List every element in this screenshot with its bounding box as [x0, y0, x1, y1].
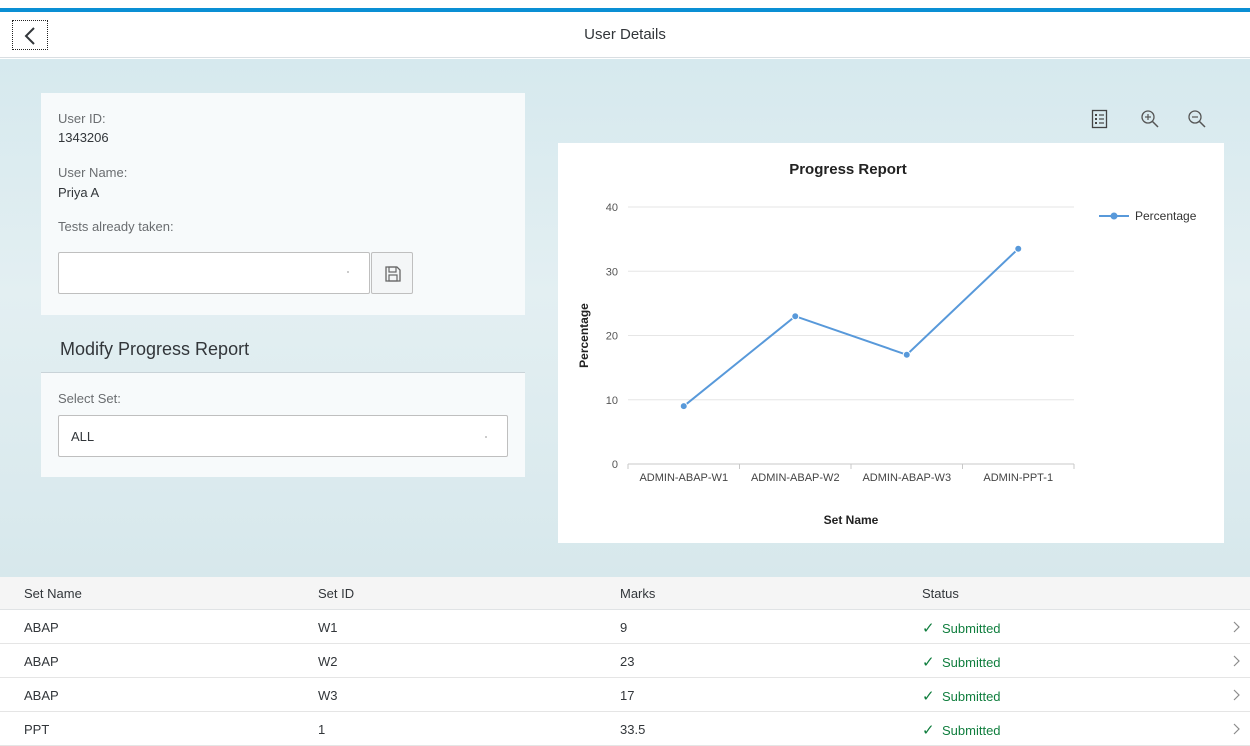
x-axis-label: Set Name: [824, 513, 879, 527]
zoom-in-button[interactable]: [1138, 107, 1162, 131]
chevron-right-icon: [1233, 689, 1240, 701]
save-button[interactable]: [371, 252, 413, 294]
tests-taken-label: Tests already taken:: [58, 219, 174, 234]
y-tick-label: 0: [612, 459, 618, 471]
y-tick-label: 10: [606, 395, 618, 407]
chevron-right-icon: [1233, 621, 1240, 633]
data-point: [902, 350, 911, 359]
cell-set-name: PPT: [24, 722, 50, 737]
cell-set-name: ABAP: [24, 620, 59, 635]
status-text: Submitted: [942, 723, 1001, 738]
zoom-out-button[interactable]: [1185, 107, 1209, 131]
cell-marks: 17: [620, 688, 635, 703]
selected-set-value: ALL: [71, 429, 95, 444]
save-icon: [385, 266, 401, 282]
y-tick-label: 40: [606, 202, 618, 214]
select-set-label: Select Set:: [58, 391, 121, 406]
checkmark-icon: ✓: [922, 654, 935, 671]
data-point: [1014, 244, 1023, 253]
user-name-label: User Name:: [58, 165, 128, 180]
table-header: Set Name Set ID Marks Status: [0, 577, 1250, 610]
legend-toggle-button[interactable]: [1089, 107, 1113, 131]
progress-chart-panel: Progress Report 0 10 20 30 40 ADMIN-ABAP-W1 AD…: [558, 143, 1224, 543]
table-body: ABAP W1 9 ✓ Submitted ABAP W2 23 ✓ Submitted ABAP W…: [0, 610, 1250, 746]
page-header: User Details: [0, 12, 1250, 58]
status-text: Submitted: [942, 655, 1001, 670]
status-text: Submitted: [942, 689, 1001, 704]
select-set-panel: Select Set: ALL: [41, 373, 525, 477]
cell-marks: 33.5: [620, 722, 646, 737]
table-row[interactable]: PPT 1 33.5 ✓ Submitted: [0, 712, 1250, 746]
table-row[interactable]: ABAP W2 23 ✓ Submitted: [0, 644, 1250, 678]
x-tick-label: ADMIN-ABAP-W2: [751, 472, 840, 484]
col-status: Status: [922, 586, 959, 601]
col-set-id: Set ID: [318, 586, 355, 601]
modify-progress-title: Modify Progress Report: [60, 339, 250, 359]
data-point: [791, 312, 800, 321]
data-point: [679, 402, 688, 411]
checkmark-icon: ✓: [922, 722, 935, 739]
chevron-right-icon: [1233, 723, 1240, 735]
status-badge: ✓ Submitted: [922, 687, 1001, 705]
x-tick-label: ADMIN-ABAP-W3: [862, 472, 951, 484]
zoom-in-icon: [1141, 110, 1159, 128]
page-title: User Details: [584, 26, 666, 43]
top-accent-strip: [0, 0, 1250, 12]
status-badge: ✓ Submitted: [922, 653, 1001, 671]
user-id-label: User ID:: [58, 111, 106, 126]
cell-set-name: ABAP: [24, 688, 59, 703]
status-badge: ✓ Submitted: [922, 721, 1001, 739]
zoom-out-icon: [1188, 110, 1206, 128]
col-set-name: Set Name: [24, 586, 82, 601]
cell-marks: 9: [620, 620, 628, 635]
y-tick-label: 20: [606, 331, 618, 343]
x-tick-label: ADMIN-PPT-1: [983, 472, 1053, 484]
cell-set-id: 1: [318, 722, 326, 737]
progress-chart: 0 10 20 30 40 ADMIN-ABAP-W1 ADMIN-ABAP-W2 ADMIN…: [577, 202, 1197, 527]
x-tick-label: ADMIN-ABAP-W1: [639, 472, 728, 484]
status-text: Submitted: [942, 621, 1001, 636]
tests-taken-input[interactable]: [58, 252, 370, 294]
chevron-right-icon: [1233, 655, 1240, 667]
main-content: User ID: 1343206 User Name: Priya A Test…: [0, 59, 1250, 577]
legend-label: Percentage: [1135, 209, 1197, 223]
series-line: [683, 248, 1019, 407]
table-row[interactable]: ABAP W1 9 ✓ Submitted: [0, 610, 1250, 644]
user-name-value: Priya A: [58, 185, 100, 200]
cell-set-name: ABAP: [24, 654, 59, 669]
y-tick-label: 30: [606, 266, 618, 278]
legend-marker: [1110, 212, 1118, 220]
checkmark-icon: ✓: [922, 688, 935, 705]
col-marks: Marks: [620, 586, 656, 601]
status-badge: ✓ Submitted: [922, 619, 1001, 637]
checkmark-icon: ✓: [922, 620, 935, 637]
user-id-value: 1343206: [58, 130, 109, 145]
cell-set-id: W3: [318, 688, 338, 703]
sets-table: Set Name Set ID Marks Status ABAP W1 9 ✓ Sub…: [0, 577, 1250, 746]
cell-marks: 23: [620, 654, 635, 669]
input-marker: [347, 271, 349, 273]
cell-set-id: W1: [318, 620, 338, 635]
dropdown-marker: [485, 436, 487, 438]
y-axis-label: Percentage: [577, 303, 591, 368]
user-info-panel: User ID: 1343206 User Name: Priya A Test…: [41, 93, 525, 315]
select-set-dropdown[interactable]: ALL: [58, 415, 508, 457]
table-row[interactable]: ABAP W3 17 ✓ Submitted: [0, 678, 1250, 712]
legend-icon: [1091, 109, 1108, 129]
cell-set-id: W2: [318, 654, 338, 669]
